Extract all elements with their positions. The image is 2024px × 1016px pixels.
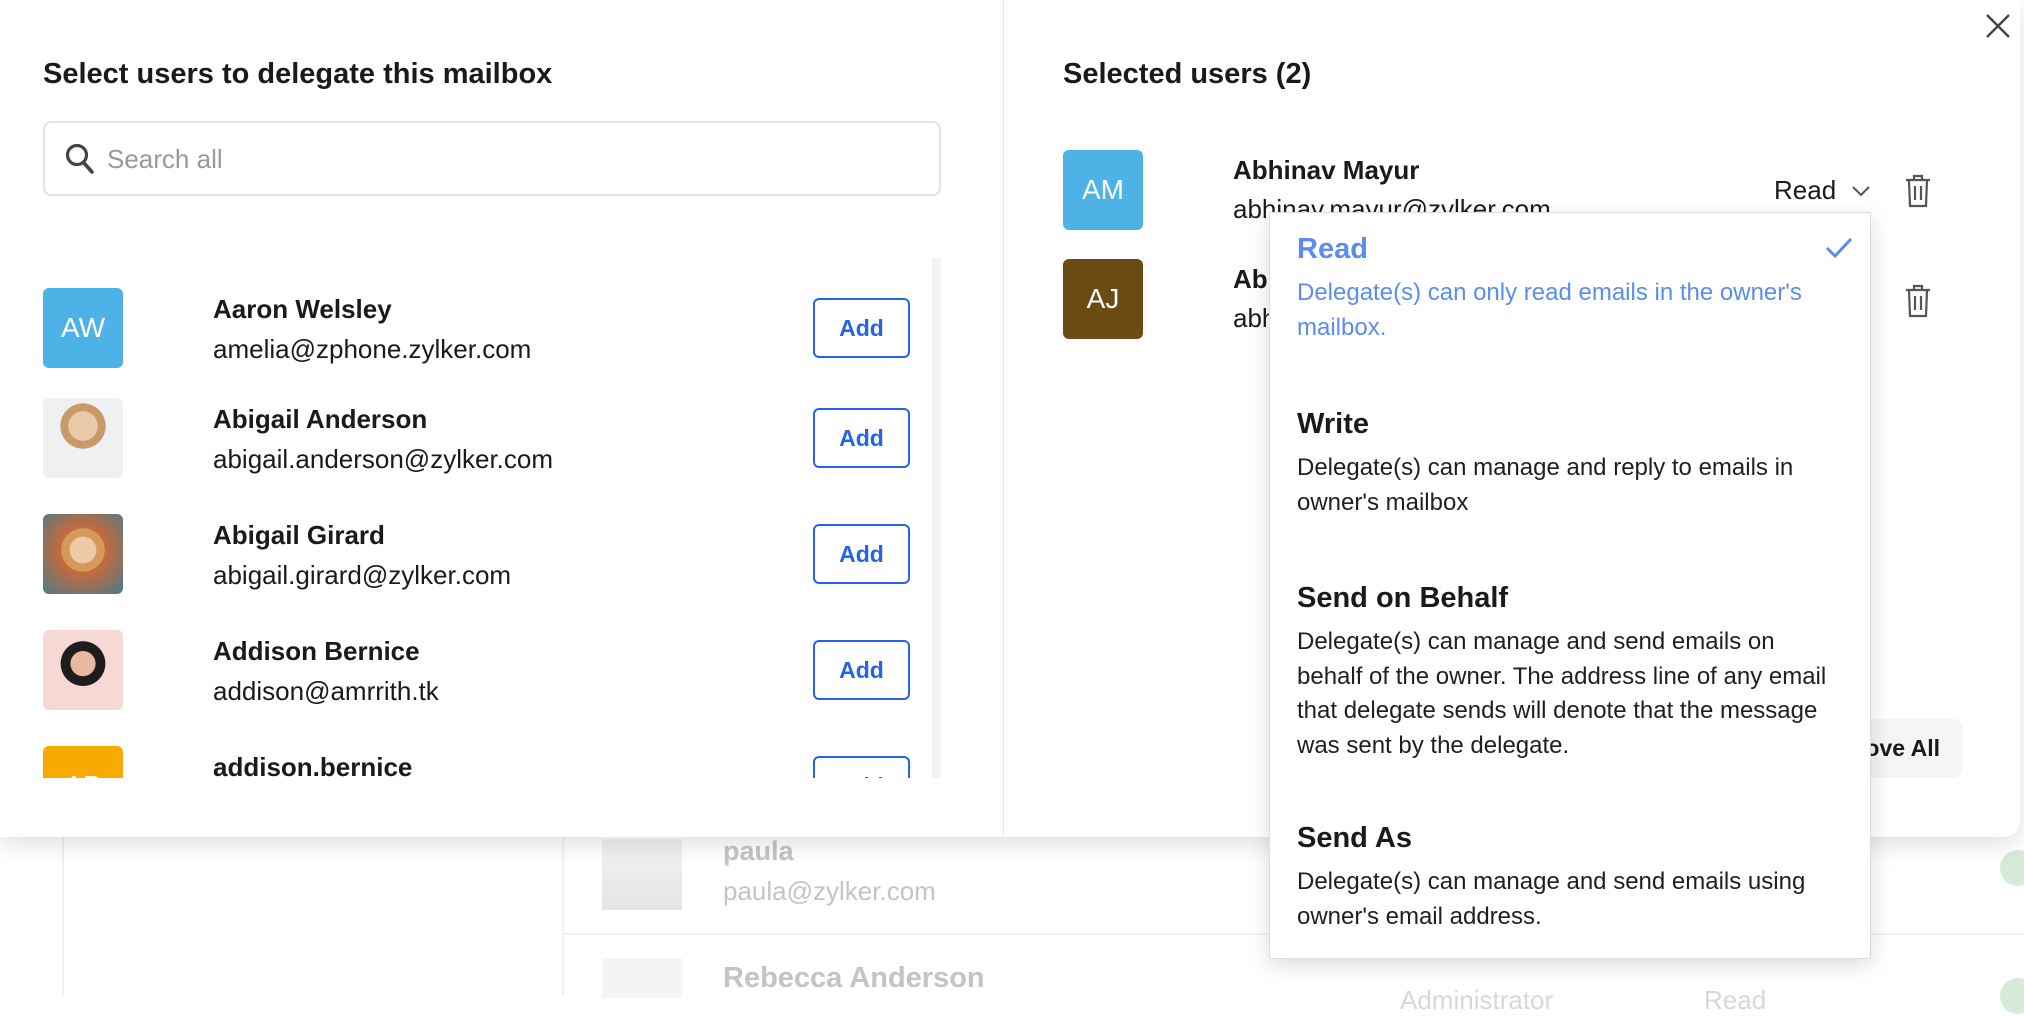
search-field[interactable] <box>43 121 941 196</box>
check-circle-icon <box>2000 978 2024 1014</box>
bg-user-role: Administrator <box>1400 985 1554 1015</box>
close-icon[interactable] <box>1984 12 2012 40</box>
option-read[interactable]: Read Delegate(s) can only read emails in… <box>1297 233 1837 345</box>
option-description: Delegate(s) can manage and reply to emai… <box>1297 454 1794 516</box>
list-item: AB addison.bernice Add <box>0 746 925 778</box>
user-email: abigail.girard@zylker.com <box>213 560 512 590</box>
option-write[interactable]: Write Delegate(s) can manage and reply t… <box>1297 408 1837 520</box>
user-name: addison.bernice <box>213 752 413 778</box>
avatar: AW <box>43 288 123 368</box>
option-title: Read <box>1297 233 1368 265</box>
user-email: abigail.anderson@zylker.com <box>213 444 554 474</box>
checkmark-icon <box>1825 237 1853 259</box>
option-send-as[interactable]: Send As Delegate(s) can manage and send … <box>1297 822 1837 934</box>
avatar-photo <box>43 630 123 710</box>
user-email: addison@amrrith.tk <box>213 676 439 706</box>
bg-user-email: paula@zylker.com <box>723 876 936 906</box>
chevron-down-icon <box>1852 185 1870 196</box>
user-name: Abigail Girard <box>213 520 385 550</box>
avatar <box>602 958 682 998</box>
list-item: AW Aaron Welsley amelia@zphone.zylker.co… <box>0 288 925 368</box>
permission-dropdown-trigger[interactable]: Read <box>1774 175 1870 206</box>
add-button[interactable]: Add <box>813 640 910 700</box>
panel-divider <box>1003 0 1004 837</box>
add-button[interactable]: Add <box>813 298 910 358</box>
option-description: Delegate(s) can manage and send emails u… <box>1297 868 1806 930</box>
permission-value: Read <box>1774 175 1837 205</box>
trash-icon[interactable] <box>1904 284 1932 318</box>
bg-user-name: paula <box>723 836 794 866</box>
option-description: Delegate(s) can only read emails in the … <box>1297 279 1802 341</box>
option-send-on-behalf[interactable]: Send on Behalf Delegate(s) can manage an… <box>1297 582 1837 763</box>
add-button[interactable]: Add <box>813 756 910 778</box>
option-description: Delegate(s) can manage and send emails o… <box>1297 628 1827 759</box>
list-item: Abigail Anderson abigail.anderson@zylker… <box>0 398 925 478</box>
column-border <box>562 837 564 996</box>
add-button[interactable]: Add <box>813 408 910 468</box>
right-panel-title: Selected users (2) <box>1063 58 1312 90</box>
bg-user-access: Read <box>1704 985 1767 1015</box>
check-circle-icon <box>2000 850 2024 886</box>
user-list: AW Aaron Welsley amelia@zphone.zylker.co… <box>0 258 941 778</box>
sidebar-border <box>62 837 64 996</box>
user-name: Aaron Welsley <box>213 294 392 324</box>
option-title: Send As <box>1297 822 1412 854</box>
avatar-photo <box>43 398 123 478</box>
search-input[interactable] <box>107 137 907 181</box>
user-name: Addison Bernice <box>213 636 420 666</box>
list-item: Abigail Girard abigail.girard@zylker.com… <box>0 514 925 594</box>
search-icon <box>65 143 94 174</box>
avatar <box>602 839 682 910</box>
option-title: Send on Behalf <box>1297 582 1509 614</box>
selected-user-name: Abhinav Mayur <box>1233 155 1420 185</box>
user-email: amelia@zphone.zylker.com <box>213 334 532 364</box>
option-title: Write <box>1297 408 1369 440</box>
selected-user-name: Ab <box>1233 264 1268 294</box>
permission-dropdown-menu: Read Delegate(s) can only read emails in… <box>1269 212 1871 959</box>
add-button[interactable]: Add <box>813 524 910 584</box>
avatar: AB <box>43 746 123 778</box>
user-name: Abigail Anderson <box>213 404 428 434</box>
bg-user-name: Rebecca Anderson <box>723 962 985 994</box>
left-panel-title: Select users to delegate this mailbox <box>43 58 553 90</box>
avatar: AM <box>1063 150 1143 230</box>
avatar-photo <box>43 514 123 594</box>
avatar: AJ <box>1063 259 1143 339</box>
list-item: Addison Bernice addison@amrrith.tk Add <box>0 630 925 710</box>
trash-icon[interactable] <box>1904 174 1932 208</box>
